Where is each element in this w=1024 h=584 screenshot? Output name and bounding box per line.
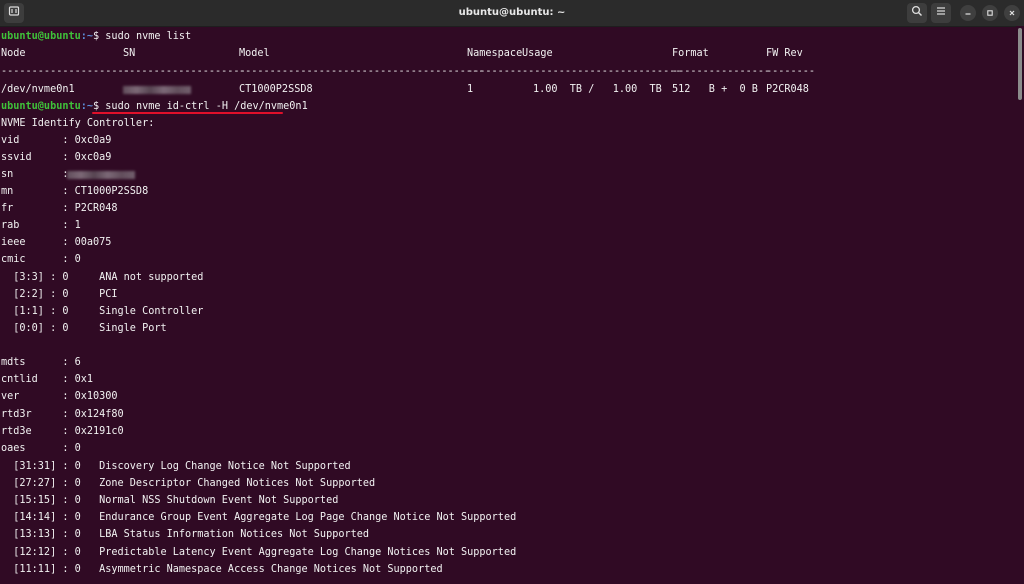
header-namespace: Namespace bbox=[467, 48, 523, 59]
terminal-window: ubuntu@ubuntu: ~ ubuntu@ubuntu:~$ sudo n… bbox=[0, 0, 1024, 584]
output-line: [31:31] : 0 Discovery Log Change Notice … bbox=[1, 461, 351, 472]
prompt-symbol: $ bbox=[93, 31, 106, 42]
output-line: sn : bbox=[1, 169, 75, 180]
output-line: fr : P2CR048 bbox=[1, 203, 118, 214]
header-usage: Usage bbox=[522, 48, 553, 59]
separator: --------------------- bbox=[1, 66, 130, 77]
separator: --------- bbox=[467, 66, 523, 77]
output-line: [1:1] : 0 Single Controller bbox=[1, 306, 204, 317]
output-line: mdts : 6 bbox=[1, 357, 81, 368]
output-line: rtd3r : 0x124f80 bbox=[1, 409, 124, 420]
close-button[interactable] bbox=[1004, 5, 1020, 21]
prompt-path: :~ bbox=[80, 101, 94, 112]
maximize-icon bbox=[986, 4, 994, 22]
output-line: vid : 0xc0a9 bbox=[1, 135, 112, 146]
header-node: Node bbox=[1, 48, 26, 59]
minimize-icon bbox=[964, 4, 972, 22]
output-line: [0:0] : 0 Single Port bbox=[1, 323, 167, 334]
output-line: ver : 0x10300 bbox=[1, 391, 118, 402]
row-namespace: 1 bbox=[467, 84, 474, 95]
header-model: Model bbox=[239, 48, 270, 59]
separator: -------------------- bbox=[123, 66, 246, 77]
output-line: [12:12] : 0 Predictable Latency Event Ag… bbox=[1, 547, 517, 558]
output-line: [14:14] : 0 Endurance Group Event Aggreg… bbox=[1, 512, 517, 523]
output-line: [13:13] : 0 LBA Status Information Notic… bbox=[1, 529, 370, 540]
prompt-symbol: $ bbox=[93, 101, 106, 112]
command-text: sudo nvme list bbox=[105, 31, 192, 42]
separator: ---------------- bbox=[672, 66, 771, 77]
header-format: Format bbox=[672, 48, 709, 59]
output-line: [2:2] : 0 PCI bbox=[1, 289, 118, 300]
output-line: NVME Identify Controller: bbox=[1, 118, 155, 129]
separator: ---------------------------------------- bbox=[239, 66, 485, 77]
minimize-button[interactable] bbox=[960, 5, 976, 21]
prompt-path: :~ bbox=[80, 31, 94, 42]
output-line: [27:27] : 0 Zone Descriptor Changed Noti… bbox=[1, 478, 376, 489]
terminal-output[interactable]: ubuntu@ubuntu:~$ sudo nvme list Node SN … bbox=[0, 26, 1016, 584]
search-button[interactable] bbox=[907, 3, 927, 23]
row-format: 512 B + 0 B bbox=[672, 84, 758, 95]
vertical-scrollbar[interactable] bbox=[1016, 26, 1024, 584]
close-icon bbox=[1008, 4, 1016, 22]
output-line: [15:15] : 0 Normal NSS Shutdown Event No… bbox=[1, 495, 339, 506]
output-line: ssvid : 0xc0a9 bbox=[1, 152, 112, 163]
header-sn: SN bbox=[123, 48, 136, 59]
prompt-user-host: ubuntu@ubuntu bbox=[1, 101, 81, 112]
output-line: cmic : 0 bbox=[1, 254, 81, 265]
command-text: sudo nvme id-ctrl -H /dev/nvme0n1 bbox=[105, 101, 308, 112]
title-bar: ubuntu@ubuntu: ~ bbox=[0, 0, 1024, 27]
row-usage: 1.00 TB / 1.00 TB bbox=[533, 84, 662, 95]
output-line: [3:3] : 0 ANA not supported bbox=[1, 272, 204, 283]
command-highlight-underline bbox=[92, 112, 283, 114]
redacted-serial-number bbox=[67, 171, 135, 179]
separator: -------- bbox=[766, 66, 816, 77]
output-line: [11:11] : 0 Asymmetric Namespace Access … bbox=[1, 564, 443, 575]
hamburger-menu-icon bbox=[935, 4, 947, 22]
row-fw-rev: P2CR048 bbox=[766, 84, 809, 95]
output-line: mn : CT1000P2SSD8 bbox=[1, 186, 149, 197]
search-icon bbox=[911, 4, 923, 22]
row-model: CT1000P2SSD8 bbox=[239, 84, 313, 95]
menu-button[interactable] bbox=[931, 3, 951, 23]
header-fw-rev: FW Rev bbox=[766, 48, 803, 59]
output-line: rab : 1 bbox=[1, 220, 81, 231]
prompt-line-1: ubuntu@ubuntu:~$ sudo nvme list bbox=[1, 28, 191, 45]
redacted-serial-number bbox=[123, 86, 191, 94]
prompt-user-host: ubuntu@ubuntu bbox=[1, 31, 81, 42]
maximize-button[interactable] bbox=[982, 5, 998, 21]
output-line: oaes : 0 bbox=[1, 443, 81, 454]
output-line: cntlid : 0x1 bbox=[1, 374, 94, 385]
scrollbar-thumb[interactable] bbox=[1018, 28, 1022, 100]
separator: -------------------------- bbox=[522, 66, 682, 77]
output-line: rtd3e : 0x2191c0 bbox=[1, 426, 124, 437]
window-title: ubuntu@ubuntu: ~ bbox=[458, 7, 566, 18]
row-node: /dev/nvme0n1 bbox=[1, 84, 75, 95]
output-line: ieee : 00a075 bbox=[1, 237, 112, 248]
